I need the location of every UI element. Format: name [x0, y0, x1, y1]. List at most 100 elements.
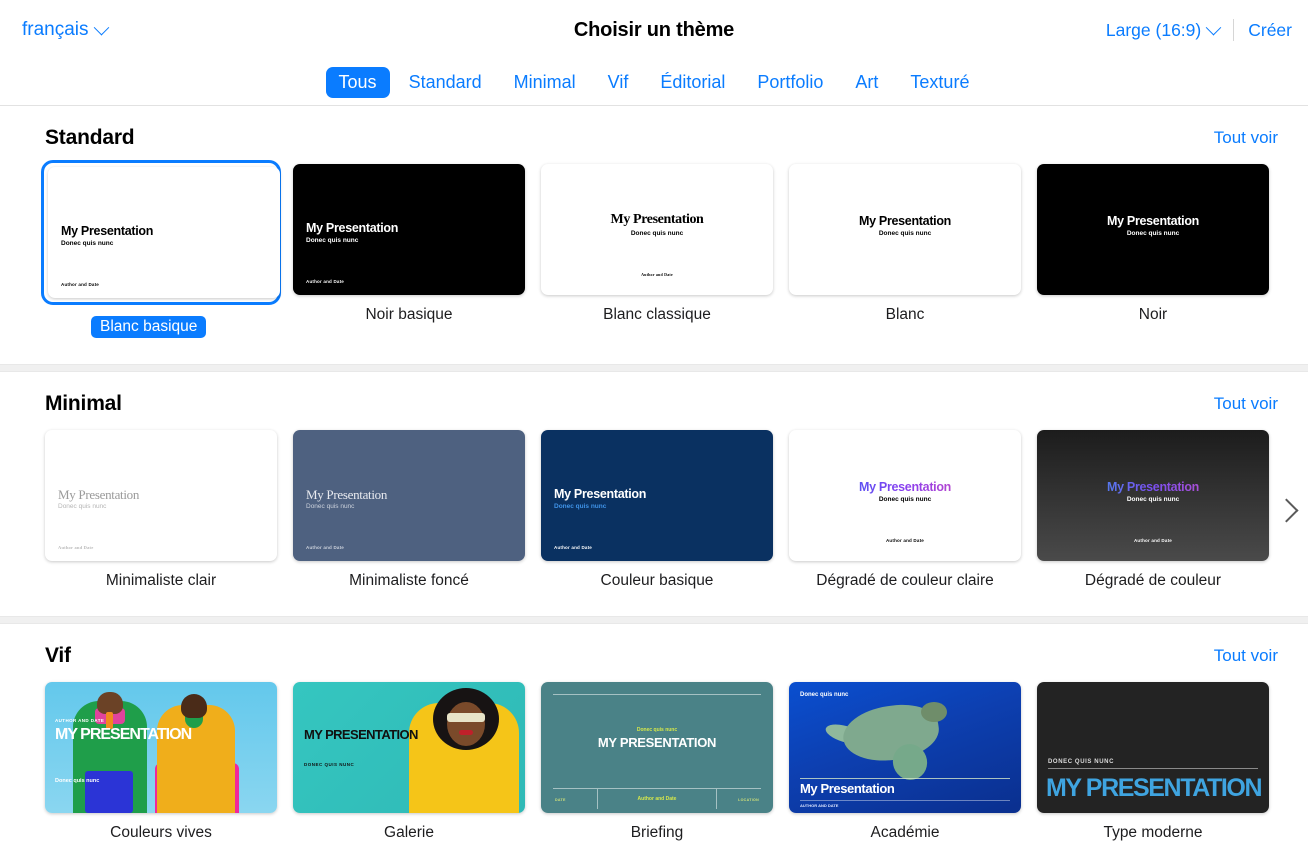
- slide-author: Author and Date: [789, 538, 1021, 543]
- divider: [553, 788, 761, 789]
- decor-shape: [459, 730, 473, 735]
- section-divider: [0, 364, 1308, 372]
- theme-card-couleurs-vives[interactable]: AUTHOR AND DATE MY PRESENTATION Donec qu…: [45, 682, 293, 842]
- decor-shape: [97, 692, 123, 714]
- chevron-right-icon[interactable]: [1276, 494, 1298, 530]
- tab-minimal[interactable]: Minimal: [501, 67, 589, 98]
- section-header: Vif Tout voir: [0, 624, 1308, 668]
- slide-preview: My Presentation Donec quis nunc Author a…: [45, 430, 277, 561]
- slide-preview: My Presentation Donec quis nunc Author a…: [48, 167, 280, 298]
- slide-author: Author and Date: [554, 545, 592, 550]
- slide-title: My Presentation: [800, 781, 894, 796]
- theme-card-type-moderne[interactable]: DONEC QUIS NUNC MY PRESENTATION Type mod…: [1037, 682, 1285, 842]
- slide-photo: Donec quis nunc My Presentation AUTHOR A…: [789, 682, 1021, 813]
- theme-name-label: Briefing: [541, 824, 773, 842]
- theme-card-minimaliste-clair[interactable]: My Presentation Donec quis nunc Author a…: [45, 430, 293, 590]
- section-standard: Standard Tout voir My Presentation Donec…: [0, 106, 1308, 364]
- thumbnail-frame: My Presentation Donec quis nunc Author a…: [789, 430, 1021, 561]
- theme-card-couleur-basique[interactable]: My Presentation Donec quis nunc Author a…: [541, 430, 789, 590]
- header-actions: Large (16:9) Créer: [1106, 19, 1292, 41]
- slide-photo: AUTHOR AND DATE MY PRESENTATION Donec qu…: [45, 682, 277, 813]
- tab-standard[interactable]: Standard: [396, 67, 495, 98]
- slide-title: MY PRESENTATION: [55, 726, 191, 744]
- thumbnail-frame: MY PRESENTATION DONEC QUIS NUNC: [293, 682, 525, 813]
- thumbnail-frame: Donec quis nunc My Presentation AUTHOR A…: [789, 682, 1021, 813]
- see-all-link-vif[interactable]: Tout voir: [1214, 646, 1278, 666]
- theme-card-briefing[interactable]: Donec quis nunc MY PRESENTATION DATE Aut…: [541, 682, 789, 842]
- divider: [1048, 768, 1258, 769]
- see-all-link-standard[interactable]: Tout voir: [1214, 128, 1278, 148]
- slide-subtitle: Donec quis nunc: [554, 503, 606, 510]
- thumbnail-frame: DONEC QUIS NUNC MY PRESENTATION: [1037, 682, 1269, 813]
- theme-card-degrade-couleur-claire[interactable]: My Presentation Donec quis nunc Author a…: [789, 430, 1037, 590]
- theme-card-blanc[interactable]: My Presentation Donec quis nunc Blanc: [789, 164, 1037, 338]
- theme-card-noir-basique[interactable]: My Presentation Donec quis nunc Author a…: [293, 164, 541, 338]
- tab-tous[interactable]: Tous: [326, 67, 390, 98]
- theme-card-blanc-classique[interactable]: My Presentation Donec quis nunc Author a…: [541, 164, 789, 338]
- theme-card-academie[interactable]: Donec quis nunc My Presentation AUTHOR A…: [789, 682, 1037, 842]
- slide-title: My Presentation: [541, 212, 773, 228]
- tab-texture[interactable]: Texturé: [897, 67, 982, 98]
- slide-title: MY PRESENTATION: [541, 735, 773, 750]
- decor-shape: [181, 694, 207, 718]
- language-selector[interactable]: français: [22, 19, 107, 41]
- divider: [800, 800, 1010, 801]
- theme-name-label: Couleurs vives: [45, 824, 277, 842]
- slide-author: Author and Date: [306, 279, 344, 284]
- slide-author: AUTHOR AND DATE: [800, 803, 838, 808]
- see-all-link-minimal[interactable]: Tout voir: [1214, 394, 1278, 414]
- theme-card-galerie[interactable]: MY PRESENTATION DONEC QUIS NUNC Galerie: [293, 682, 541, 842]
- theme-card-blanc-basique[interactable]: My Presentation Donec quis nunc Author a…: [45, 164, 293, 338]
- thumbnail-frame: My Presentation Donec quis nunc Author a…: [293, 430, 525, 561]
- slide-preview: My Presentation Donec quis nunc: [1037, 164, 1269, 295]
- slide-title: My Presentation: [61, 224, 153, 238]
- theme-thumbnail: My Presentation Donec quis nunc: [789, 164, 1021, 295]
- category-tabbar: Tous Standard Minimal Vif Éditorial Port…: [0, 60, 1308, 106]
- tab-art[interactable]: Art: [842, 67, 891, 98]
- thumbnail-frame: My Presentation Donec quis nunc: [789, 164, 1021, 295]
- slide-subtitle: Donec quis nunc: [800, 692, 848, 698]
- tab-portfolio[interactable]: Portfolio: [744, 67, 836, 98]
- chevron-down-icon: [93, 19, 109, 35]
- slide-preview: My Presentation Donec quis nunc Author a…: [541, 164, 773, 295]
- slide-author: Author and Date: [1037, 538, 1269, 543]
- thumbnail-frame: My Presentation Donec quis nunc: [1037, 164, 1269, 295]
- slide-title: My Presentation: [1037, 480, 1269, 494]
- thumbnail-frame: My Presentation Donec quis nunc Author a…: [1037, 430, 1269, 561]
- theme-card-noir[interactable]: My Presentation Donec quis nunc Noir: [1037, 164, 1285, 338]
- section-header: Minimal Tout voir: [0, 372, 1308, 416]
- aspect-ratio-selector[interactable]: Large (16:9): [1106, 20, 1233, 41]
- slide-subtitle: Donec quis nunc: [306, 237, 358, 244]
- slide-subtitle: Donec quis nunc: [541, 230, 773, 237]
- slide-title: My Presentation: [306, 221, 398, 235]
- section-header: Standard Tout voir: [0, 106, 1308, 150]
- section-title: Standard: [45, 126, 134, 150]
- theme-thumbnail: MY PRESENTATION DONEC QUIS NUNC: [293, 682, 525, 813]
- theme-name-label: Noir: [1037, 306, 1269, 324]
- slide-subtitle: Donec quis nunc: [58, 503, 106, 510]
- thumbnail-frame: My Presentation Donec quis nunc Author a…: [45, 430, 277, 561]
- theme-card-minimaliste-fonce[interactable]: My Presentation Donec quis nunc Author a…: [293, 430, 541, 590]
- tab-editorial[interactable]: Éditorial: [647, 67, 738, 98]
- theme-card-degrade-couleur[interactable]: My Presentation Donec quis nunc Author a…: [1037, 430, 1285, 590]
- window-header: français Choisir un thème Large (16:9) C…: [0, 0, 1308, 60]
- theme-thumbnail: My Presentation Donec quis nunc Author a…: [293, 164, 525, 295]
- theme-row-vif: AUTHOR AND DATE MY PRESENTATION Donec qu…: [0, 668, 1308, 842]
- theme-thumbnail: My Presentation Donec quis nunc Author a…: [541, 164, 773, 295]
- tab-vif[interactable]: Vif: [595, 67, 642, 98]
- theme-browser: Standard Tout voir My Presentation Donec…: [0, 106, 1308, 842]
- slide-title: My Presentation: [306, 487, 387, 503]
- slide-preview: My Presentation Donec quis nunc: [789, 164, 1021, 295]
- theme-name-label: Couleur basique: [541, 572, 773, 590]
- slide-subtitle: Donec quis nunc: [306, 503, 354, 510]
- thumbnail-frame: Donec quis nunc MY PRESENTATION DATE Aut…: [541, 682, 773, 813]
- slide-location: LOCATION: [738, 798, 759, 802]
- theme-thumbnail: Donec quis nunc MY PRESENTATION DATE Aut…: [541, 682, 773, 813]
- theme-name-label: Blanc basique: [91, 316, 206, 338]
- slide-title: My Presentation: [554, 487, 646, 501]
- theme-thumbnail: My Presentation Donec quis nunc Author a…: [1037, 430, 1269, 561]
- create-button[interactable]: Créer: [1234, 20, 1292, 41]
- slide-subtitle: DONEC QUIS NUNC: [304, 762, 354, 767]
- slide-preview: My Presentation Donec quis nunc Author a…: [541, 430, 773, 561]
- theme-thumbnail: My Presentation Donec quis nunc Author a…: [45, 430, 277, 561]
